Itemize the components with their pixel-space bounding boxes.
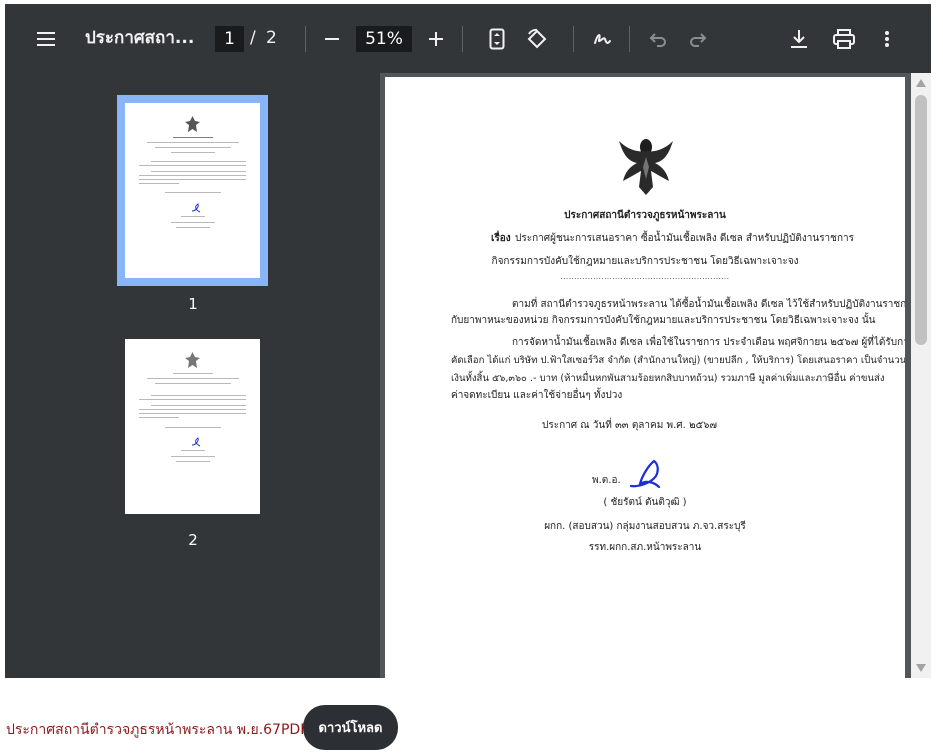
signer-name: ( ชัยรัตน์ ตันติวุฒิ ) (603, 497, 687, 508)
rotate-icon[interactable] (524, 4, 550, 73)
menu-icon[interactable] (31, 4, 61, 73)
thumbnail-label: 2 (188, 531, 198, 549)
signature-icon (191, 203, 201, 213)
document-page: ประกาศสถานีตำรวจภูธรหน้าพระลาน เรื่อง ปร… (385, 77, 905, 678)
file-link[interactable]: ประกาศสถานีตำรวจภูธรหน้าพระลาน พ.ย.67PDF (6, 719, 308, 741)
signature-icon (629, 459, 661, 489)
pdf-viewer: ประกาศสถา... 1 / 2 51% 1 2 ประกาศสถานีตำ… (5, 4, 931, 678)
page-separator: / (250, 28, 256, 48)
garuda-emblem-icon (185, 116, 200, 132)
document-heading: ประกาศสถานีตำรวจภูธรหน้าพระลาน (564, 210, 726, 221)
garuda-emblem-icon (185, 352, 200, 368)
scroll-down-icon[interactable] (915, 663, 927, 673)
zoom-level-input[interactable]: 51% (356, 26, 412, 52)
subject-line: ประกาศผู้ชนะการเสนอราคา ซื้อน้ำมันเชื้อเ… (515, 233, 855, 244)
body-line: คัดเลือก ได้แก่ บริษัท ป.ฟ้าใสเซอร์วิส จ… (451, 355, 905, 366)
body-line: เงินทั้งสิ้น ๕๖,๓๖๐ .- บาท (ห้าหมื่นหกพั… (451, 373, 885, 384)
download-button[interactable]: ดาวน์โหลด (303, 705, 398, 750)
thumbnail-label: 1 (188, 295, 198, 313)
signer-position: รรท.ผกก.สภ.หน้าพระลาน (588, 542, 702, 553)
document-title: ประกาศสถา... (85, 28, 195, 48)
more-icon[interactable] (877, 4, 897, 73)
subject-label: เรื่อง (491, 233, 511, 244)
subject-line: กิจกรรมการบังคับใช้กฎหมายและบริการประชาช… (491, 256, 799, 267)
garuda-emblem-icon (619, 139, 673, 195)
body-line: การจัดหาน้ำมันเชื้อเพลิง ดีเซล เพื่อใช้ใ… (512, 337, 905, 348)
toolbar-divider (305, 26, 306, 52)
date-line: ประกาศ ณ วันที่ ๓๓ ตุลาคม พ.ศ. ๒๕๖๗ (542, 420, 718, 431)
toolbar-divider (462, 26, 463, 52)
body-line: ค่าจดทะเบียน และค่าใช้จ่ายอื่นๆ ทั้งปวง (451, 390, 623, 401)
thumbnail-sidebar: 1 2 (5, 73, 380, 678)
signer-position: ผกก. (สอบสวน) กลุ่มงานสอบสวน ภ.จว.สระบุร… (544, 521, 746, 532)
page-number-input[interactable]: 1 (215, 26, 244, 52)
fit-page-icon[interactable] (485, 4, 509, 73)
body-line: ตามที่ สถานีตำรวจภูธรหน้าพระลาน ได้ซื้อน… (512, 299, 905, 310)
zoom-in-icon[interactable] (423, 4, 449, 73)
thumbnail-page-1[interactable] (125, 103, 260, 278)
annotate-icon[interactable] (589, 4, 615, 73)
scroll-thumb[interactable] (915, 95, 927, 345)
toolbar-divider (629, 26, 630, 52)
redo-icon[interactable] (685, 4, 711, 73)
separator-dots: ........................................… (560, 273, 730, 281)
download-icon[interactable] (786, 4, 812, 73)
print-icon[interactable] (830, 4, 858, 73)
scrollbar[interactable] (911, 73, 931, 678)
page-total: 2 (266, 28, 277, 48)
thumbnail-page-2[interactable] (125, 339, 260, 514)
toolbar-divider (573, 26, 574, 52)
signer-rank: พ.ต.อ. (592, 475, 621, 486)
signature-icon (191, 437, 201, 447)
scroll-up-icon[interactable] (915, 78, 927, 88)
zoom-out-icon[interactable] (319, 4, 345, 73)
undo-icon[interactable] (645, 4, 671, 73)
body-line: กับยาพาหนะของหน่วย กิจกรรมการบังคับใช้กฎ… (451, 315, 876, 326)
toolbar: ประกาศสถา... 1 / 2 51% (5, 4, 931, 73)
